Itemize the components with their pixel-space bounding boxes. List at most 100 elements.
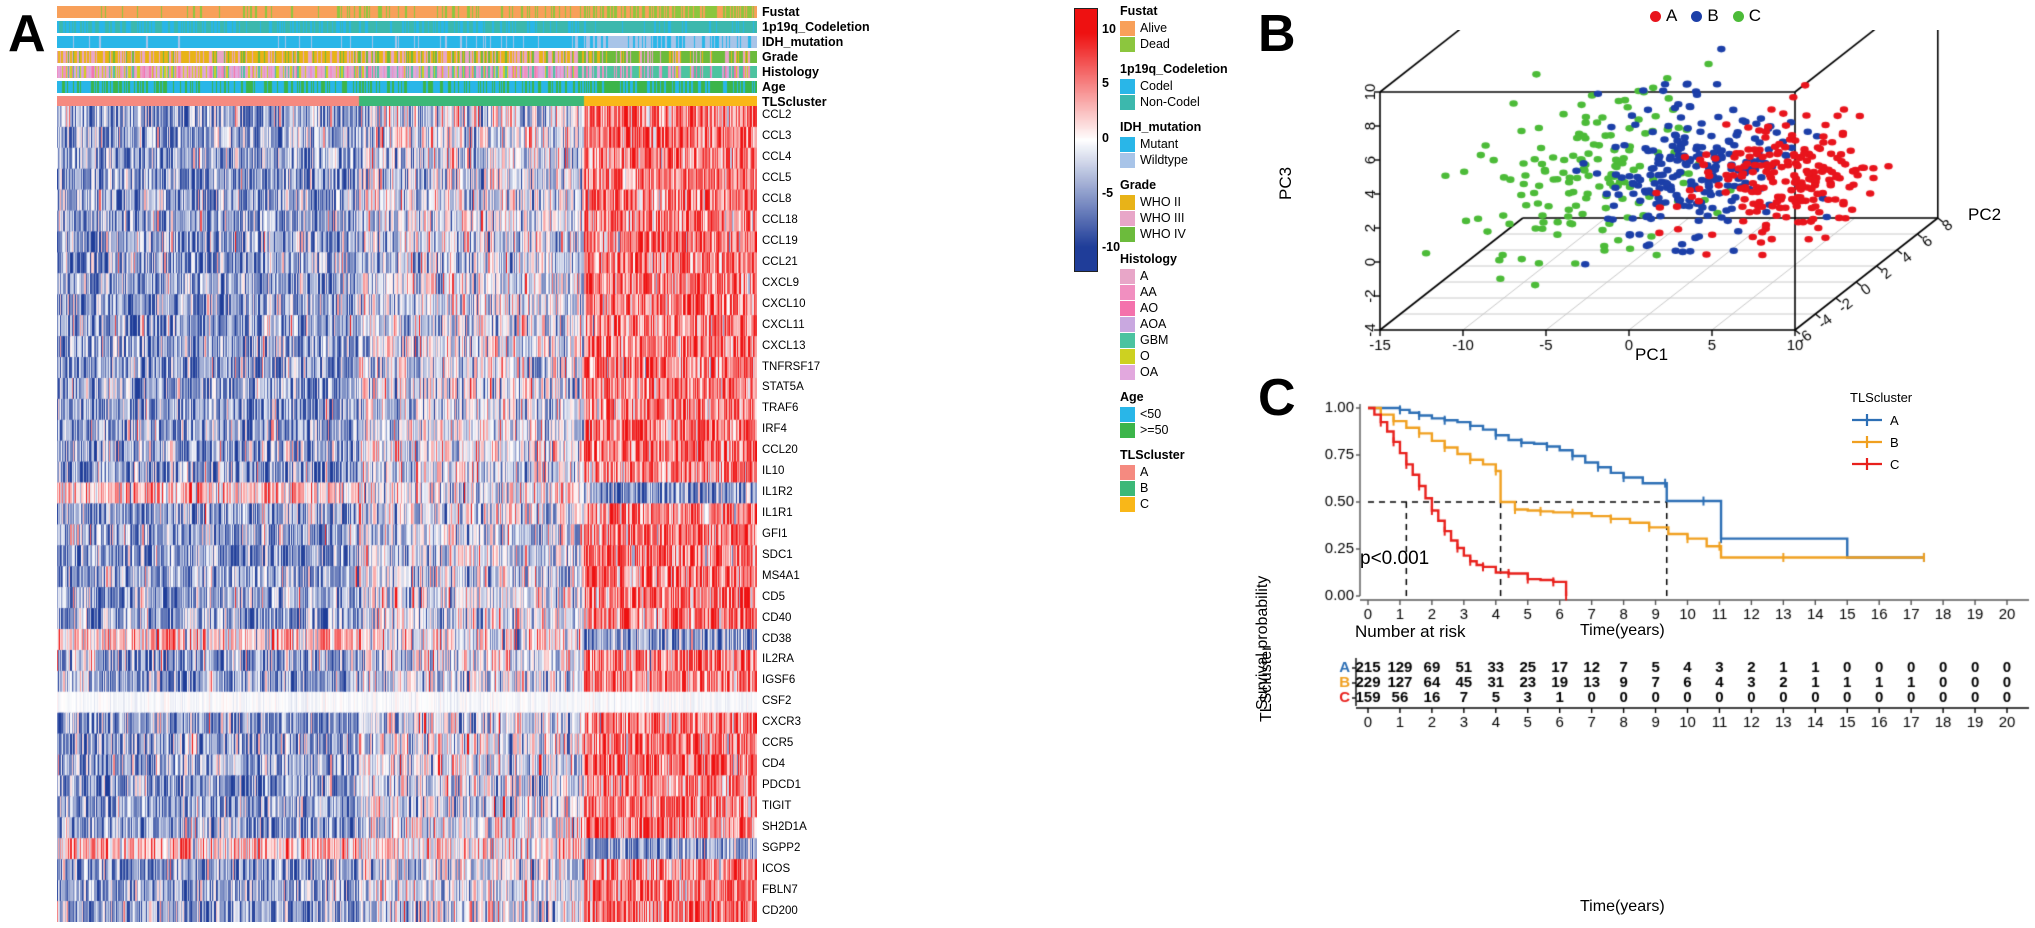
annotation-label-fustat: Fustat <box>762 5 800 19</box>
gene-label: ICOS <box>762 862 791 875</box>
legend-label: Wildtype <box>1140 153 1188 167</box>
pca-legend-item: C <box>1732 6 1761 26</box>
legend-item: Mutant <box>1120 136 1250 152</box>
legend-item: WHO IV <box>1120 226 1250 242</box>
legend-group-1p19q-codeletion: 1p19q_Codeletion Codel Non-Codel <box>1120 62 1250 110</box>
risk-table-y-label: TLScluster <box>1258 645 1275 722</box>
annotation-track-age <box>57 81 757 93</box>
gene-label: CCL18 <box>762 214 798 227</box>
colorbar-tick: 0 <box>1102 131 1109 145</box>
legend-swatch <box>1120 78 1135 94</box>
km-legend-line <box>1852 458 1882 470</box>
gene-label: TRAF6 <box>762 402 799 415</box>
gene-label: TNFRSF17 <box>762 360 821 373</box>
pca-legend-dot <box>1691 10 1703 22</box>
gene-label: IGSF6 <box>762 674 796 687</box>
gene-label: CD5 <box>762 590 786 603</box>
gene-label: CCL3 <box>762 130 792 143</box>
risk-table-x-label: Time(years) <box>1580 898 1665 915</box>
legend-item: Non-Codel <box>1120 94 1250 110</box>
pca-axis-label-pc3: PC3 <box>1276 166 1295 200</box>
expression-heatmap <box>57 106 757 922</box>
legend-label: A <box>1140 465 1149 479</box>
legend-title: Age <box>1120 390 1144 404</box>
legend-label: <50 <box>1140 407 1162 421</box>
legend-label: B <box>1140 481 1149 495</box>
panel-a-heatmap: A Fustat 1p19q_Codeletion IDH_mutation Grad… <box>0 0 1250 928</box>
legend-item: Dead <box>1120 36 1250 52</box>
legend-item: Wildtype <box>1120 152 1250 168</box>
annotation-legends: Fustat Alive Dead 1p19q_Codeletion Codel Non-… <box>1120 4 1250 522</box>
legend-item: >=50 <box>1120 422 1250 438</box>
legend-label: GBM <box>1140 333 1169 347</box>
colorbar-tick: 5 <box>1102 76 1109 91</box>
gene-label: GFI1 <box>762 527 788 540</box>
pca-3d-scatter <box>1270 30 2015 390</box>
colorbar-tick: -10 <box>1102 240 1121 255</box>
gene-label: IL1R1 <box>762 507 793 519</box>
pca-legend-dot <box>1732 10 1744 22</box>
legend-label: Codel <box>1140 79 1173 93</box>
legend-label: Alive <box>1140 21 1168 35</box>
legend-label: AA <box>1140 285 1157 299</box>
gene-label: SH2D1A <box>762 820 807 833</box>
gene-label: CXCL9 <box>762 276 800 289</box>
gene-label: IL10 <box>762 465 785 478</box>
pca-legend-item: A <box>1650 6 1677 26</box>
legend-swatch <box>1120 36 1135 52</box>
legend-title: Grade <box>1120 178 1157 192</box>
legend-group-age: Age <50 >=50 <box>1120 390 1250 438</box>
legend-swatch <box>1120 406 1135 422</box>
heatmap-annotation-tracks <box>57 6 757 111</box>
legend-title: IDH_mutation <box>1120 120 1202 134</box>
annotation-track-1p19q-codeletion <box>57 21 757 33</box>
km-legend-label: B <box>1890 434 1899 450</box>
legend-item: WHO II <box>1120 194 1250 210</box>
annotation-label-idh-mutation: IDH_mutation <box>762 35 844 49</box>
annotation-track-idh-mutation <box>57 36 757 48</box>
legend-swatch <box>1120 364 1135 380</box>
legend-item: C <box>1120 496 1250 512</box>
km-legend: TLScluster ABC <box>1850 390 1912 475</box>
gene-label: CSF2 <box>762 695 792 708</box>
gene-label: CCL2 <box>762 109 792 122</box>
gene-label: IRF4 <box>762 423 787 436</box>
legend-group-grade: Grade WHO II WHO III WHO IV <box>1120 178 1250 242</box>
kaplan-meier-curve <box>1250 392 2035 632</box>
legend-swatch <box>1120 316 1135 332</box>
legend-group-fustat: Fustat Alive Dead <box>1120 4 1250 52</box>
legend-label: Dead <box>1140 37 1170 51</box>
legend-swatch <box>1120 464 1135 480</box>
legend-item: O <box>1120 348 1250 364</box>
km-legend-label: A <box>1890 412 1899 428</box>
legend-swatch <box>1120 226 1135 242</box>
legend-label: AO <box>1140 301 1159 315</box>
legend-group-idh-mutation: IDH_mutation Mutant Wildtype <box>1120 120 1250 168</box>
gene-label: CD4 <box>762 758 786 771</box>
legend-item: GBM <box>1120 332 1250 348</box>
km-pvalue: p<0.001 <box>1360 548 1430 569</box>
legend-swatch <box>1120 284 1135 300</box>
legend-label: OA <box>1140 365 1159 379</box>
gene-label: TIGIT <box>762 799 792 812</box>
gene-label: FBLN7 <box>762 883 798 896</box>
panel-c-survival: C Survival probability Time(years) p<0.0… <box>1250 372 2035 928</box>
gene-label: STAT5A <box>762 381 804 394</box>
gene-label: MS4A1 <box>762 569 800 582</box>
legend-label: WHO IV <box>1140 227 1186 241</box>
gene-label: CCL8 <box>762 193 792 206</box>
annotation-label-grade: Grade <box>762 50 799 64</box>
annotation-track-grade <box>57 51 757 63</box>
legend-item: OA <box>1120 364 1250 380</box>
legend-swatch <box>1120 300 1135 316</box>
legend-item: A <box>1120 464 1250 480</box>
pca-axis-label-pc1: PC1 <box>1635 345 1669 364</box>
gene-label: CCL21 <box>762 255 798 268</box>
gene-label: SDC1 <box>762 548 793 561</box>
gene-label: CXCL11 <box>762 318 805 331</box>
gene-label: CCL19 <box>762 235 798 247</box>
legend-item: AOA <box>1120 316 1250 332</box>
km-legend-line <box>1852 414 1882 426</box>
legend-item: B <box>1120 480 1250 496</box>
legend-label: >=50 <box>1140 423 1169 437</box>
